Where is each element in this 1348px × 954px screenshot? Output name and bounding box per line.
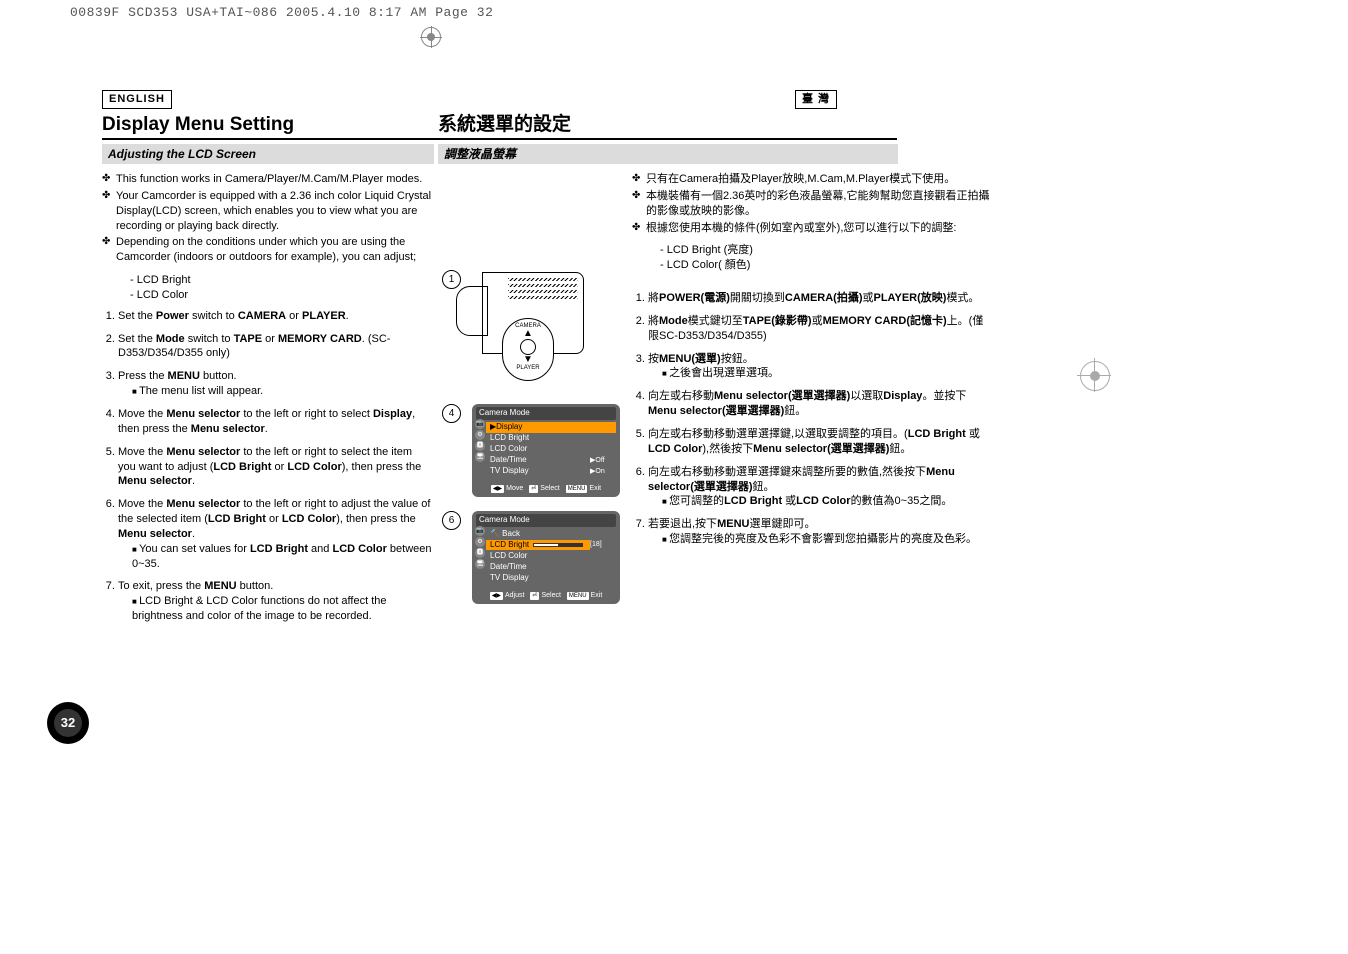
osd-hint-exit: MENUExit [567,591,602,600]
step: To exit, press the MENU button. LCD Brig… [118,579,432,624]
step: 將POWER(電源)開關切換到CAMERA(拍攝)或PLAYER(放映)模式。 [648,291,992,306]
substep: 您可調整的LCD Bright 或LCD Color的數值為0~35之間。 [662,494,992,509]
osd-row: Date/Time [476,562,616,573]
language-label-english: ENGLISH [102,90,172,109]
section-title-en: Display Menu Setting [102,112,294,138]
subtitle-zh: 調整液晶螢幕 [438,144,898,164]
subtitle-en: Adjusting the LCD Screen [102,144,434,164]
substep: You can set values for LCD Bright and LC… [132,542,432,572]
dash-sublist-zh: LCD Bright (亮度) LCD Color( 顏色) [632,243,992,273]
osd-value: [18] [590,540,616,549]
osd-hint-select: ⏎Select [530,591,561,600]
arrow-up-icon: ▲ [523,330,533,338]
bullet: 根據您使用本機的條件(例如室內或室外),您可以進行以下的調整: [632,221,992,236]
substep: LCD Bright & LCD Color functions do not … [132,594,432,624]
substep: 之後會出現選單選項。 [662,366,992,381]
osd-row: TV Display [476,573,616,584]
osd-row: LCD Color [476,551,616,562]
osd-hint-move: ◀▶Move [491,484,523,493]
bullet: Depending on the conditions under which … [102,235,432,265]
dash-item: LCD Bright [130,273,432,288]
page-number-badge: 32 [47,702,89,744]
title-rule [102,138,897,140]
registration-mark-right [1080,361,1108,389]
registration-mark-top [422,28,440,46]
osd-row: LCD Bright [476,433,590,444]
callout-number-6: 6 [442,511,461,530]
arrow-down-icon: ▼ [523,356,533,364]
osd-hint-adjust: ◀▶Adjust [490,591,525,600]
osd-title: Camera Mode [476,514,616,527]
osd-row-highlight: ▶Display [486,422,616,433]
osd-screenshot-4: 📷 ⚙ 🅰 🖥 Camera Mode ▶Display LCD Bright … [472,404,620,497]
step: 按MENU(選單)按鈕。 之後會出現選單選項。 [648,352,992,382]
slider-icon [533,543,583,547]
osd-hint-exit: MENUExit [566,484,601,493]
step: Move the Menu selector to the left or ri… [118,445,432,490]
osd-hint-select: ⏎Select [529,484,560,493]
osd-title: Camera Mode [476,407,616,420]
step: 向左或右移動移動選單選擇鍵來調整所要的數值,然後按下Menu selector(… [648,465,992,510]
bullet: Your Camcorder is equipped with a 2.36 i… [102,189,432,234]
page-number: 32 [54,709,82,737]
source-header: 00839F SCD353 USA+TAI~086 2005.4.10 8:17… [70,4,493,22]
procedure-zh: 將POWER(電源)開關切換到CAMERA(拍攝)或PLAYER(放映)模式。 … [632,291,992,547]
callout-number-4: 4 [442,404,461,423]
step: Set the Power switch to CAMERA or PLAYER… [118,309,432,324]
dash-sublist-en: LCD Bright LCD Color [102,273,432,303]
power-switch-illustration: CAMERA ▲ ▼ PLAYER [448,268,618,388]
step: Move the Menu selector to the left or ri… [118,407,432,437]
step: Move the Menu selector to the left or ri… [118,497,432,571]
switch-dial [520,339,536,355]
dash-item: LCD Bright (亮度) [660,243,992,258]
intro-bullets-en: This function works in Camera/Player/M.C… [102,172,432,265]
intro-bullets-zh: 只有在Camera拍攝及Player放映,M.Cam,M.Player模式下使用… [632,172,992,235]
procedure-en: Set the Power switch to CAMERA or PLAYER… [102,309,432,624]
osd-row: TV Display [476,466,590,477]
bullet: 本機裝備有一個2.36英吋的彩色液晶螢幕,它能夠幫助您直接觀看正拍攝的影像或放映… [632,189,992,219]
step: Press the MENU button. The menu list wil… [118,369,432,399]
step: Set the Mode switch to TAPE or MEMORY CA… [118,332,432,362]
section-title-zh: 系統選單的設定 [438,112,571,138]
step: 將Mode模式鍵切至TAPE(錄影帶)或MEMORY CARD(記憶卡)上。(僅… [648,314,992,344]
substep: 您調整完後的亮度及色彩不會影響到您拍攝影片的亮度及色彩。 [662,532,992,547]
figure-column: 1 CAMERA ▲ ▼ PLAYER [442,268,622,604]
step: 向左或右移動Menu selector(選單選擇器)以選取Display。並按下… [648,389,992,419]
osd-icon: 📷 [475,419,485,429]
dash-item: LCD Color( 顏色) [660,258,992,273]
language-label-chinese: 臺 灣 [795,90,837,109]
osd-row: Date/Time [476,455,590,466]
osd-row-highlight: LCD Bright [486,540,590,551]
dash-item: LCD Color [130,288,432,303]
step: 若要退出,按下MENU選單鍵即可。 您調整完後的亮度及色彩不會影響到您拍攝影片的… [648,517,992,547]
osd-screenshot-6: 📷 ⚙ 🅰 🖥 Camera Mode 🔨 Back LCD Bright [1… [472,511,620,604]
bullet: 只有在Camera拍攝及Player放映,M.Cam,M.Player模式下使用… [632,172,992,187]
step: 向左或右移動移動選單選擇鍵,以選取要調整的項目。(LCD Bright 或LCD… [648,427,992,457]
substep: The menu list will appear. [132,384,432,399]
switch-label-player: PLAYER [516,364,539,372]
osd-back: 🔨 Back [476,529,616,540]
osd-row: LCD Color [476,444,590,455]
bullet: This function works in Camera/Player/M.C… [102,172,432,187]
